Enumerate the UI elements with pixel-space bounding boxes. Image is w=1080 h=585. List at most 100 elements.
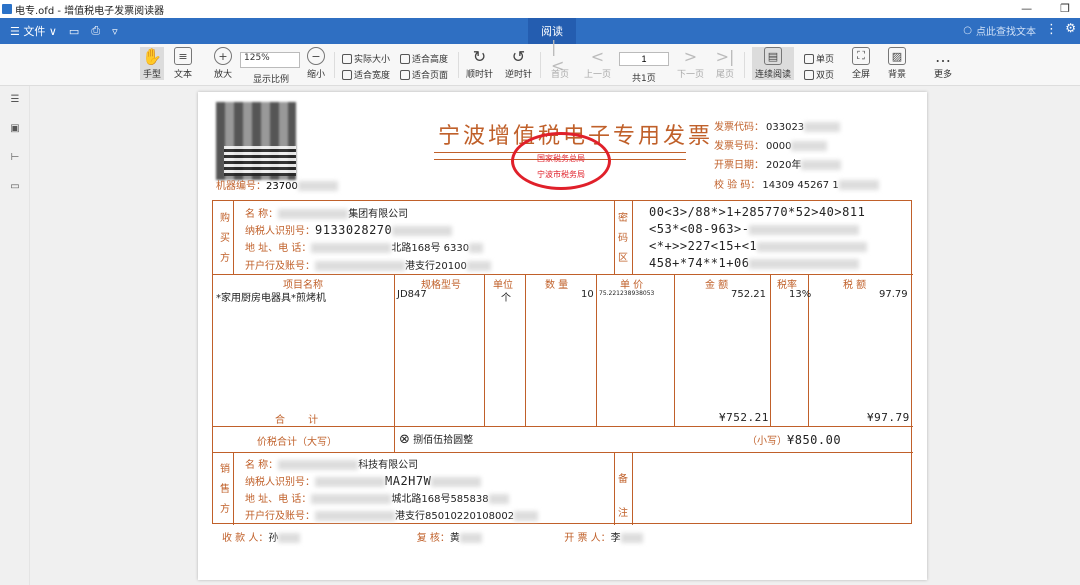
toolbar: ✋ 手型 ≡ 文本 + 放大 125% 显示比例 − 缩小 实际大小 适合高度 适合宽度… <box>0 37 1080 86</box>
next-page-button[interactable]: > 下一页 <box>677 47 704 81</box>
actual-size-icon <box>342 53 352 64</box>
cross-icon: ⊗ <box>399 432 410 447</box>
cipher-line-2: <53*<08-963>- <box>649 222 860 236</box>
zoom-in-button[interactable]: + 放大 <box>214 47 232 80</box>
fullscreen-button[interactable]: ⛶ 全屏 <box>852 47 870 80</box>
fit-height-button[interactable]: 适合高度 <box>400 52 448 65</box>
fit-page-icon <box>400 69 410 80</box>
annotation-icon[interactable]: ▭ <box>9 181 21 193</box>
document-page: 机器编号：23700 宁波增值税电子专用发票 国家税务总局 宁波市税务局 发票代… <box>198 92 927 580</box>
more-dots-icon: … <box>935 46 951 66</box>
buyer-bank: 开户行及账号： 港支行20100 <box>245 257 491 272</box>
invoice-number: 发票号码： 0000 <box>714 137 828 152</box>
restore-button[interactable]: ❐ <box>1060 2 1070 15</box>
seller-tax-id: 纳税人识别号： MA2H7W <box>245 473 482 488</box>
open-icon[interactable]: ▭ <box>69 25 79 38</box>
page-number-input[interactable] <box>619 52 669 66</box>
background-button[interactable]: ▨ 背景 <box>888 47 906 80</box>
machine-number: 机器编号：23700 <box>216 177 338 192</box>
rotate-ccw-button[interactable]: ↺ 逆时针 <box>505 46 532 81</box>
hand-tool-button[interactable]: ✋ 手型 <box>140 47 165 80</box>
background-icon: ▨ <box>888 47 906 65</box>
check-code: 校 验 码： 14309 45267 1 <box>714 176 879 191</box>
zoom-out-button[interactable]: − 缩小 <box>307 47 325 80</box>
single-page-icon <box>804 53 814 64</box>
divider <box>540 52 541 78</box>
first-page-icon: |< <box>551 37 565 75</box>
seal-top-text: 国家税务总局 <box>537 154 585 163</box>
zoom-select[interactable]: 125% <box>240 52 300 68</box>
more-menu-icon[interactable]: ⋮ <box>1045 22 1058 37</box>
left-rail: ☰ ▣ ⊢ ▭ <box>0 86 30 585</box>
item-unit: 个 <box>501 293 511 304</box>
divider <box>458 52 459 78</box>
buyer-address: 地 址、电 话： 北路168号 6330 <box>245 239 484 254</box>
continuous-read-button[interactable]: ▤ 连续阅读 <box>752 47 795 80</box>
tree-icon[interactable]: ⊢ <box>9 152 21 164</box>
item-name: *家用厨房电器具*煎烤机 <box>216 293 326 304</box>
col-spec: 规格型号 <box>421 280 461 291</box>
last-page-button[interactable]: >| 尾页 <box>715 46 735 81</box>
cipher-label: 密码区 <box>618 213 628 264</box>
cipher-line-3: <*+>>227<15+<1 <box>649 239 868 253</box>
menu-bar: ☰ 文件 ∨ ▭ ⎙ ▿ 阅读 ○ 点此查找文本 ⋮ ⚙ <box>0 18 1080 44</box>
divider <box>334 52 335 78</box>
text-tool-button[interactable]: ≡ 文本 <box>174 47 192 80</box>
item-qty: 10 <box>581 289 594 300</box>
seller-address: 地 址、电 话： 城北路168号585838 <box>245 490 509 505</box>
tax-seal: 国家税务总局 宁波市税务局 <box>511 132 611 190</box>
continuous-icon: ▤ <box>764 47 782 65</box>
search-icon: ○ <box>963 25 972 36</box>
gear-icon[interactable]: ⚙ <box>1065 21 1076 35</box>
total-amount: ¥752.21 <box>719 411 769 424</box>
fit-height-icon <box>400 53 410 64</box>
chevron-left-icon: < <box>590 46 605 66</box>
thumbnail-icon[interactable]: ▣ <box>9 123 21 135</box>
fit-width-button[interactable]: 适合宽度 <box>342 68 390 81</box>
seller-name: 名 称： 科技有限公司 <box>245 460 419 471</box>
buyer-tax-id: 纳税人识别号：9133028270 <box>245 222 453 237</box>
col-price: 单 价 <box>620 280 644 291</box>
buyer-name: 名 称： 集团有限公司 <box>245 209 409 220</box>
qr-code <box>224 146 296 176</box>
item-amount: 752.21 <box>731 289 766 300</box>
more-button[interactable]: … 更多 <box>934 46 952 81</box>
window-title: 电专.ofd - 增值税电子发票阅读器 <box>15 5 165 17</box>
rotate-cw-icon: ↻ <box>472 46 487 66</box>
rotate-cw-button[interactable]: ↻ 顺时针 <box>466 46 493 81</box>
invoice-code: 发票代码： 033023 <box>714 118 841 133</box>
actual-size-button[interactable]: 实际大小 <box>342 52 390 65</box>
app-icon <box>2 4 12 14</box>
seal-bottom-text: 宁波市税务局 <box>537 170 585 179</box>
search-box[interactable]: ○ 点此查找文本 <box>963 23 1036 38</box>
col-tax: 税 额 <box>843 280 867 291</box>
prev-page-button[interactable]: < 上一页 <box>584 46 611 81</box>
total-tax: ¥97.79 <box>867 411 910 424</box>
rotate-ccw-icon: ↺ <box>511 46 526 66</box>
sum-upper: ⊗ 捌佰伍拾圆整 <box>399 432 474 447</box>
dropdown-icon[interactable]: ▿ <box>112 25 118 38</box>
double-page-button[interactable]: 双页 <box>804 68 834 81</box>
total-pages: 共1页 <box>632 74 656 84</box>
divider <box>744 52 745 78</box>
fit-page-button[interactable]: 适合页面 <box>400 68 448 81</box>
minimize-button[interactable]: — <box>1021 2 1032 15</box>
item-tax: 97.79 <box>879 289 908 300</box>
sum-lower: （小写）¥850.00 <box>747 433 842 447</box>
cipher-line-4: 458+*74**1+06 <box>649 256 860 270</box>
first-page-button[interactable]: |< 首页 <box>551 37 569 80</box>
col-amount: 金 额 <box>705 280 729 291</box>
note-label: 备注 <box>618 474 628 519</box>
print-icon[interactable]: ⎙ <box>91 24 100 38</box>
single-page-button[interactable]: 单页 <box>804 52 834 65</box>
col-qty: 数 量 <box>545 280 569 291</box>
file-menu[interactable]: ☰ 文件 ∨ <box>10 23 57 39</box>
last-page-icon: >| <box>715 46 735 66</box>
issue-date: 开票日期： 2020年 <box>714 156 842 171</box>
fit-width-icon <box>342 69 352 80</box>
total-label: 合 计 <box>275 415 329 426</box>
double-page-icon <box>804 69 814 80</box>
invoice-table: 购买方 名 称： 集团有限公司 纳税人识别号：9133028270 地 址、电 话… <box>212 200 913 525</box>
cipher-line-1: 00<3>/88*>1+285770*52>40>811 <box>649 205 866 219</box>
outline-icon[interactable]: ☰ <box>9 94 21 106</box>
